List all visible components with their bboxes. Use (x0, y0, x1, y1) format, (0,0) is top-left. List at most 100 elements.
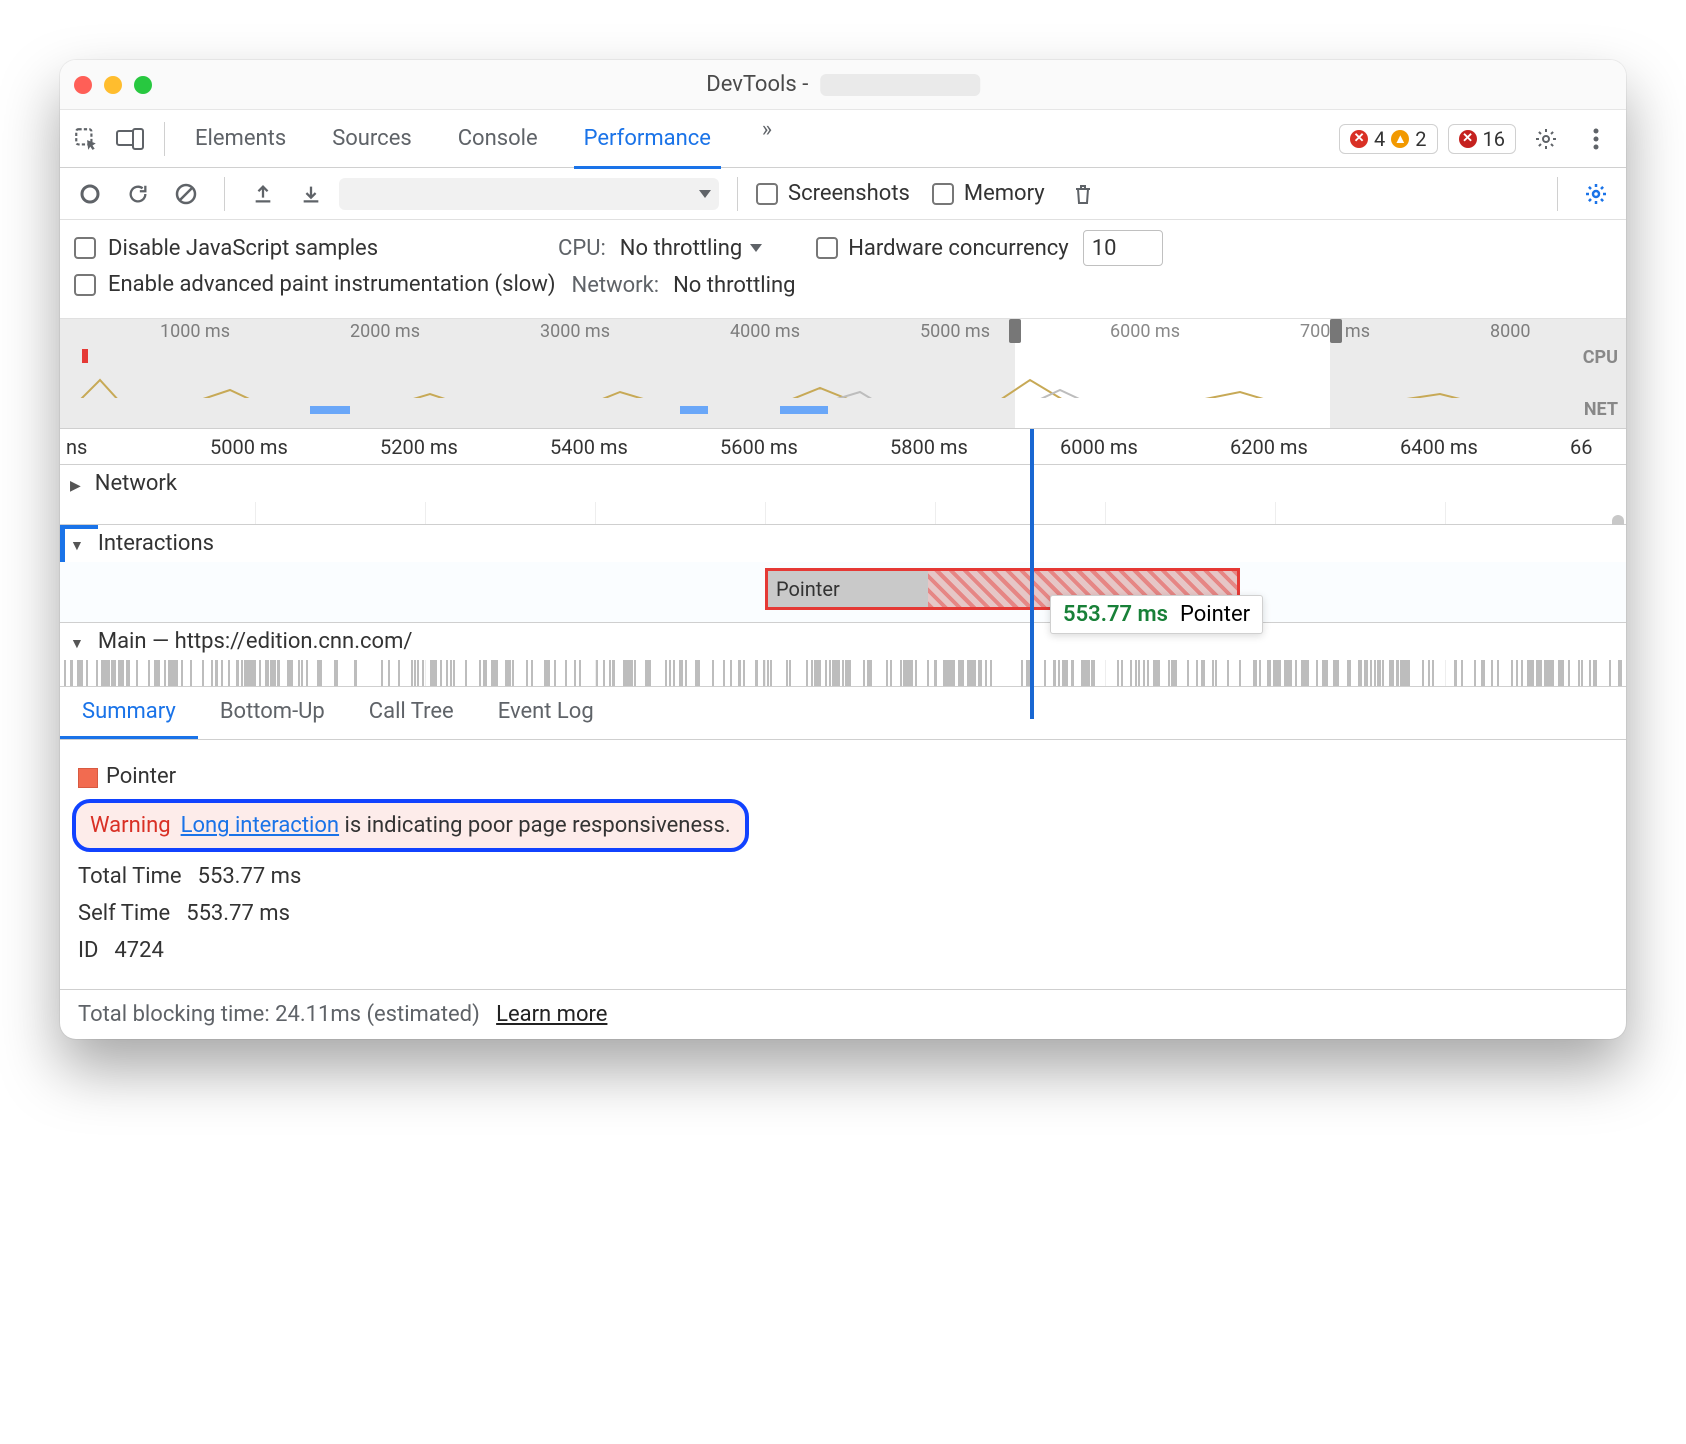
close-window-button[interactable] (74, 76, 92, 94)
checkbox[interactable] (756, 183, 778, 205)
checkbox[interactable] (932, 183, 954, 205)
id-key: ID (78, 938, 98, 963)
learn-more-link[interactable]: Learn more (496, 1002, 607, 1027)
kebab-menu-icon[interactable] (1576, 119, 1616, 159)
interaction-label: Pointer (768, 577, 840, 601)
timeline-cursor[interactable] (1030, 429, 1034, 719)
issues-icon: ✕ (1459, 130, 1477, 148)
minimize-window-button[interactable] (104, 76, 122, 94)
issues-counter[interactable]: ✕ 16 (1448, 124, 1516, 154)
interaction-tooltip: 553.77 ms Pointer (1050, 595, 1263, 634)
screenshots-toggle[interactable]: Screenshots (756, 181, 910, 206)
device-toolbar-icon[interactable] (110, 119, 150, 159)
main-track[interactable]: Main — https://edition.cnn.com/ (60, 623, 1626, 687)
collapse-arrow-icon[interactable] (70, 531, 90, 556)
expand-arrow-icon[interactable] (70, 471, 87, 496)
tab-console[interactable]: Console (448, 110, 548, 168)
overview-net-segment (310, 406, 350, 414)
capture-settings: Disable JavaScript samples CPU: No throt… (60, 220, 1626, 319)
ruler-tick: ns (66, 435, 87, 459)
network-track[interactable]: Network (60, 465, 1626, 525)
tab-performance[interactable]: Performance (574, 111, 721, 169)
checkbox[interactable] (816, 237, 838, 259)
self-time-value: 553.77 ms (186, 901, 290, 926)
total-time-value: 553.77 ms (198, 864, 302, 889)
clear-icon[interactable] (166, 174, 206, 214)
issues-count: 16 (1483, 127, 1505, 151)
overview-handle-right[interactable] (1330, 319, 1342, 343)
warning-text-tail: is indicating poor page responsiveness. (339, 813, 731, 838)
tbt-text: Total blocking time: 24.11ms (estimated) (78, 1002, 480, 1027)
main-track-label: Main — https://edition.cnn.com/ (98, 629, 413, 654)
hw-concurrency-input[interactable]: 10 (1083, 230, 1163, 266)
details-tabs: Summary Bottom-Up Call Tree Event Log (60, 687, 1626, 740)
details-tab-bottomup[interactable]: Bottom-Up (198, 687, 347, 739)
reload-record-icon[interactable] (118, 174, 158, 214)
record-icon[interactable] (70, 174, 110, 214)
collapse-arrow-icon[interactable] (70, 629, 90, 654)
memory-toggle[interactable]: Memory (932, 181, 1045, 206)
ruler-tick: 5800 ms (890, 435, 968, 459)
network-label: Network: (572, 273, 660, 298)
legend-swatch (78, 768, 98, 788)
warning-count: 2 (1415, 127, 1426, 151)
tab-elements[interactable]: Elements (185, 110, 296, 168)
total-time-key: Total Time (78, 864, 182, 889)
warning-label: Warning (90, 813, 171, 838)
details-tab-eventlog[interactable]: Event Log (476, 687, 616, 739)
footer-bar: Total blocking time: 24.11ms (estimated)… (60, 989, 1626, 1039)
details-tab-summary[interactable]: Summary (60, 687, 198, 739)
adv-paint-label: Enable advanced paint instrumentation (s… (108, 272, 556, 298)
overview-handle-left[interactable] (1009, 319, 1021, 343)
ruler-tick: 6200 ms (1230, 435, 1308, 459)
garbage-collect-icon[interactable] (1063, 174, 1103, 214)
dropdown-arrow-icon (699, 190, 711, 198)
ruler-tick: 5200 ms (380, 435, 458, 459)
tab-sources[interactable]: Sources (322, 110, 422, 168)
details-tab-calltree[interactable]: Call Tree (347, 687, 476, 739)
cpu-throttle-select[interactable]: No throttling (620, 236, 762, 261)
error-warning-counter[interactable]: ✕ 4 ▲ 2 (1339, 124, 1438, 154)
ruler-tick: 5000 ms (210, 435, 288, 459)
capture-settings-gear-icon[interactable] (1576, 174, 1616, 214)
overview-net-segment (680, 406, 708, 414)
hw-concurrency-toggle[interactable]: Hardware concurrency (816, 236, 1069, 261)
divider (737, 177, 738, 211)
interactions-track-label: Interactions (98, 531, 214, 556)
window-title: DevTools - (706, 72, 980, 97)
cpu-label: CPU: (558, 236, 606, 261)
disable-js-checkbox[interactable] (74, 237, 96, 259)
overview-net-segment (780, 406, 828, 414)
performance-toolbar: Screenshots Memory (60, 168, 1626, 220)
selection-marker (60, 525, 98, 529)
inspect-element-icon[interactable] (66, 119, 106, 159)
memory-label: Memory (964, 181, 1045, 206)
flame-chart-tracks: Network Interactions Pointer Main — http… (60, 465, 1626, 687)
more-tabs-chevrons-icon[interactable]: » (747, 110, 787, 150)
overview-marker (82, 349, 88, 363)
devtools-window: DevTools - Elements Sources Console Perf… (60, 60, 1626, 1039)
long-interaction-link[interactable]: Long interaction (181, 813, 339, 838)
adv-paint-checkbox[interactable] (74, 274, 96, 296)
window-title-text: DevTools - (706, 72, 808, 97)
settings-gear-icon[interactable] (1526, 119, 1566, 159)
titlebar: DevTools - (60, 60, 1626, 110)
timeline-overview[interactable]: 1000 ms 2000 ms 3000 ms 4000 ms 5000 ms … (60, 319, 1626, 429)
overview-net-label: NET (1584, 399, 1618, 420)
divider (1557, 177, 1558, 211)
overview-tick: 6000 ms (1110, 321, 1180, 342)
warning-icon: ▲ (1391, 130, 1409, 148)
profile-selector[interactable] (339, 178, 719, 210)
window-controls (74, 76, 152, 94)
fullscreen-window-button[interactable] (134, 76, 152, 94)
divider (164, 122, 165, 156)
hw-concurrency-label: Hardware concurrency (848, 236, 1069, 261)
upload-profile-icon[interactable] (243, 174, 283, 214)
interactions-track[interactable]: Interactions Pointer (60, 525, 1626, 623)
download-profile-icon[interactable] (291, 174, 331, 214)
detail-ruler[interactable]: ns 5000 ms 5200 ms 5400 ms 5600 ms 5800 … (60, 429, 1626, 465)
summary-title: Pointer (106, 764, 176, 789)
ruler-tick: 6400 ms (1400, 435, 1478, 459)
error-icon: ✕ (1350, 130, 1368, 148)
network-value[interactable]: No throttling (673, 273, 795, 298)
